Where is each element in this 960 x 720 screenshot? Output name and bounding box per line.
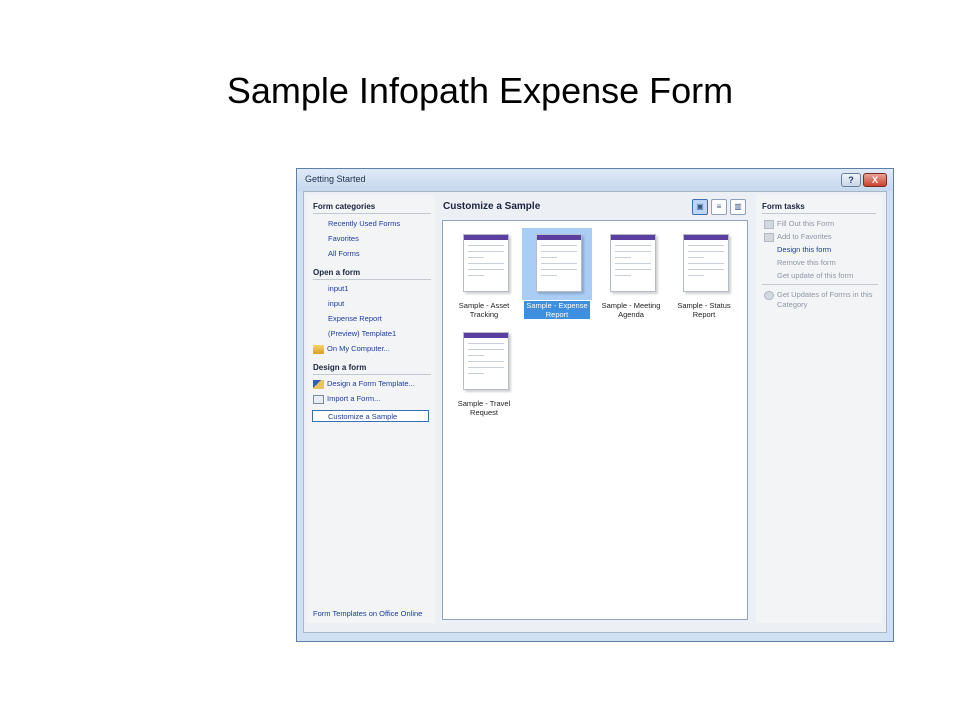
get-updates-category-task[interactable]: Get Updates of Forms in this Category xyxy=(764,290,872,309)
globe-icon xyxy=(764,290,774,300)
large-icons-view-icon[interactable]: ▣ xyxy=(692,199,708,215)
import-form-label: Import a Form... xyxy=(327,394,381,403)
list-view-icon[interactable]: ≡ xyxy=(711,199,727,215)
slide-title: Sample Infopath Expense Form xyxy=(226,70,734,111)
sample-tile-asset-tracking[interactable]: Sample - Asset Tracking xyxy=(449,228,519,322)
getting-started-dialog: Getting Started ? X Form categories Rece… xyxy=(296,168,894,642)
design-template-icon xyxy=(313,379,324,389)
form-tasks-pane: Form tasks Fill Out this Form Add to Fav… xyxy=(756,195,882,623)
sample-tile-label: Sample - Expense Report xyxy=(524,301,590,319)
category-favorites[interactable]: Favorites xyxy=(328,234,359,243)
sample-tile-label: Sample - Status Report xyxy=(677,301,731,319)
add-to-favorites-task[interactable]: Add to Favorites xyxy=(764,232,832,242)
sample-tile-meeting-agenda[interactable]: Sample - Meeting Agenda xyxy=(596,228,666,322)
design-a-form-heading: Design a form xyxy=(313,363,431,375)
form-thumbnail-icon xyxy=(610,234,656,292)
folder-icon xyxy=(313,344,324,354)
design-this-form-task[interactable]: Design this form xyxy=(777,245,831,254)
design-form-template-label: Design a Form Template... xyxy=(327,379,415,388)
design-form-template-link[interactable]: Design a Form Template... xyxy=(313,379,415,389)
open-item-input1[interactable]: input1 xyxy=(328,284,348,293)
open-item-expense-report[interactable]: Expense Report xyxy=(328,314,382,323)
get-update-task[interactable]: Get update of this form xyxy=(777,271,853,280)
favorites-icon xyxy=(764,232,774,242)
form-thumbnail-icon xyxy=(683,234,729,292)
fill-out-icon xyxy=(764,219,774,229)
open-item-preview-template1[interactable]: (Preview) Template1 xyxy=(328,329,396,338)
form-thumbnail-icon xyxy=(463,234,509,292)
sample-tile-status-report[interactable]: Sample - Status Report xyxy=(669,228,739,322)
customize-sample-link[interactable]: Customize a Sample xyxy=(328,412,397,421)
on-my-computer-link[interactable]: On My Computer... xyxy=(313,344,390,354)
open-a-form-heading: Open a form xyxy=(313,268,431,280)
open-item-input[interactable]: input xyxy=(328,299,344,308)
dialog-client-area: Form categories Recently Used Forms Favo… xyxy=(303,191,887,633)
on-my-computer-label: On My Computer... xyxy=(327,344,390,353)
sample-tile-label: Sample - Travel Request xyxy=(457,399,511,417)
fill-out-form-task[interactable]: Fill Out this Form xyxy=(764,219,834,229)
customize-sample-heading: Customize a Sample xyxy=(443,201,541,212)
title-bar: Getting Started ? X xyxy=(297,169,893,191)
sample-gallery: Sample - Asset Tracking Sample - Expense R… xyxy=(442,220,748,620)
category-recently-used[interactable]: Recently Used Forms xyxy=(328,219,400,228)
form-categories-pane: Form categories Recently Used Forms Favo… xyxy=(307,195,435,623)
office-online-link[interactable]: Form Templates on Office Online xyxy=(313,609,422,618)
sample-tile-label: Sample - Meeting Agenda xyxy=(601,301,661,319)
form-thumbnail-icon xyxy=(536,234,582,292)
sample-tile-travel-request[interactable]: Sample - Travel Request xyxy=(449,326,519,420)
form-categories-heading: Form categories xyxy=(313,202,431,214)
sample-tile-label: Sample - Asset Tracking xyxy=(458,301,510,319)
category-all-forms[interactable]: All Forms xyxy=(328,249,360,258)
customize-sample-pane: Customize a Sample ▣ ≡ ▥ Sample - Asset T… xyxy=(441,195,751,623)
form-thumbnail-icon xyxy=(463,332,509,390)
window-title: Getting Started xyxy=(305,174,366,184)
close-button[interactable]: X xyxy=(863,173,887,187)
remove-this-form-task[interactable]: Remove this form xyxy=(777,258,836,267)
form-tasks-heading: Form tasks xyxy=(762,202,876,214)
import-form-icon xyxy=(313,394,324,404)
sample-tile-expense-report[interactable]: Sample - Expense Report xyxy=(522,228,592,322)
import-form-link[interactable]: Import a Form... xyxy=(313,394,380,404)
help-button[interactable]: ? xyxy=(841,173,861,187)
details-view-icon[interactable]: ▥ xyxy=(730,199,746,215)
tasks-divider xyxy=(762,284,878,285)
